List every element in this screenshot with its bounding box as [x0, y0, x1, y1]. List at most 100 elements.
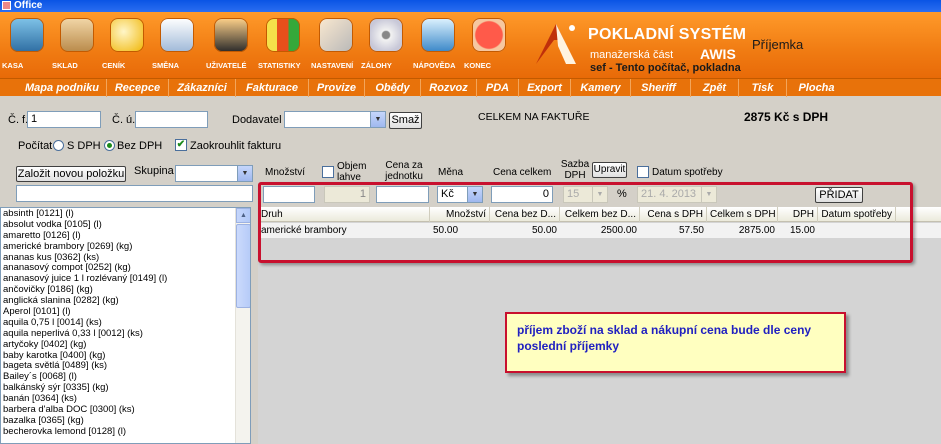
pocitat-label: Počítat — [18, 140, 53, 152]
awis-logo-icon — [536, 24, 576, 64]
objem-checkbox[interactable] — [322, 166, 334, 178]
menu-item-export[interactable]: Export — [518, 79, 570, 97]
module-title: Příjemka — [752, 37, 804, 52]
list-item[interactable]: americké brambory [0269] (kg) — [1, 241, 250, 252]
toolbar-button-sklad[interactable]: SKLAD — [52, 18, 102, 78]
window-titlebar: Office — [0, 0, 941, 12]
chevron-down-icon: ▼ — [237, 166, 252, 181]
new-item-button[interactable]: Založit novou položku — [16, 166, 126, 182]
coins-icon — [110, 18, 144, 52]
radio-s-dph[interactable] — [53, 140, 64, 151]
menu-item-mapa-podniku[interactable]: Mapa podniku — [18, 79, 106, 97]
datum-checkbox[interactable] — [637, 166, 649, 178]
dodavatel-select[interactable]: ▼ — [284, 111, 386, 128]
cu-input[interactable] — [135, 111, 208, 128]
menu-item-sheriff[interactable]: Sheriff — [630, 79, 686, 97]
list-item[interactable]: aquila 0,75 l [0014] (ks) — [1, 317, 250, 328]
list-item[interactable]: aquila neperlivá 0,33 l [0012] (ks) — [1, 328, 250, 339]
skupina-select[interactable]: ▼ — [175, 165, 253, 182]
list-item[interactable]: bazalka [0365] (kg) — [1, 415, 250, 426]
highlight-box — [258, 182, 913, 263]
dodavatel-label: Dodavatel — [232, 114, 282, 126]
close-icon — [472, 18, 506, 52]
list-item[interactable]: Bailey´s [0068] (l) — [1, 371, 250, 382]
menu-item-kamery[interactable]: Kamery — [570, 79, 630, 97]
boxes-icon — [60, 18, 94, 52]
list-item[interactable]: barbera d'alba DOC [0300] (ks) — [1, 404, 250, 415]
brand-area: POKLADNÍ SYSTÉM manažerská část AWIS Pří… — [528, 12, 941, 78]
disc-icon — [369, 18, 403, 52]
cf-label: Č. f. — [8, 114, 29, 126]
cash-register-icon — [10, 18, 44, 52]
window-title: Office — [14, 0, 43, 11]
list-item[interactable]: ananas kus [0362] (ks) — [1, 252, 250, 263]
toolbar-button-smena[interactable]: SMĚNA — [152, 18, 202, 78]
mnozstvi-label: Množství — [265, 167, 306, 178]
upravit-button[interactable]: Upravit — [592, 162, 627, 178]
skupina-label: Skupina — [134, 165, 174, 177]
scrollbar-thumb[interactable] — [236, 224, 250, 308]
waiter-icon — [160, 18, 194, 52]
menu-item-zpet[interactable]: Zpět — [690, 79, 738, 97]
brand-title: POKLADNÍ SYSTÉM — [588, 26, 747, 43]
tools-icon — [319, 18, 353, 52]
radio-bez-dph[interactable] — [104, 140, 115, 151]
datum-label: Datum spotřeby — [652, 167, 723, 178]
menu-item-fakturace[interactable]: Fakturace — [235, 79, 308, 97]
menu-item-rozvoz[interactable]: Rozvoz — [420, 79, 476, 97]
cf-input[interactable]: 1 — [27, 111, 101, 128]
toolbar-button-nastaveni[interactable]: NASTAVENÍ — [311, 18, 361, 78]
list-item[interactable]: absinth [0121] (l) — [1, 208, 250, 219]
menu-item-recepce[interactable]: Recepce — [106, 79, 168, 97]
menu-item-obedy[interactable]: Obědy — [364, 79, 420, 97]
scroll-up-icon[interactable]: ▲ — [236, 208, 250, 223]
list-item[interactable]: ananasový juice 1 l rozlévaný [0149] (l) — [1, 273, 250, 284]
list-item[interactable]: becherovka lemond [0128] (l) — [1, 426, 250, 437]
sazba-label: Sazba DPH — [560, 159, 590, 181]
menu-item-plocha[interactable]: Plocha — [786, 79, 846, 97]
list-item[interactable]: Aperol [0101] (l) — [1, 306, 250, 317]
product-list[interactable]: absinth [0121] (l) absolut vodka [0105] … — [0, 207, 251, 444]
annotation-callout: příjem zboží na sklad a nákupní cena bud… — [505, 312, 846, 373]
toolbar-button-cenik[interactable]: CENÍK — [102, 18, 152, 78]
toolbar-button-kasa[interactable]: KASA — [2, 18, 52, 78]
brand-subtitle: manažerská část — [590, 49, 674, 61]
toolbar-button-konec[interactable]: KONEC — [464, 18, 514, 78]
toolbar-button-zalohy[interactable]: ZÁLOHY — [361, 18, 411, 78]
toolbar-button-statistiky[interactable]: STATISTIKY — [258, 18, 308, 78]
menu-bar: Mapa podniku Recepce Zákazníci Fakturace… — [0, 78, 941, 97]
list-item[interactable]: anglická slanina [0282] (kg) — [1, 295, 250, 306]
list-item[interactable]: baby karotka [0400] (kg) — [1, 350, 250, 361]
list-item[interactable]: amaretto [0126] (l) — [1, 230, 250, 241]
menu-item-zakaznici[interactable]: Zákazníci — [168, 79, 235, 97]
product-search-input[interactable] — [16, 185, 253, 202]
smaz-button[interactable]: Smaž — [389, 112, 422, 129]
total-value: 2875 Kč s DPH — [744, 110, 829, 124]
zaokrouhlit-checkbox[interactable]: ✔ — [175, 139, 187, 151]
brand-product: AWIS — [700, 46, 736, 62]
list-item[interactable]: ančovičky [0186] (kg) — [1, 284, 250, 295]
radio-s-dph-label: S DPH — [67, 140, 101, 152]
cena-celkem-label: Cena celkem — [493, 167, 552, 178]
mena-label: Měna — [438, 167, 464, 178]
list-item[interactable]: artyčoky [0402] (kg) — [1, 339, 250, 350]
product-list-scrollbar[interactable]: ▲ — [235, 208, 250, 443]
zaokrouhlit-label: Zaokrouhlit fakturu — [190, 140, 282, 152]
user-line: sef - Tento počítač, pokladna — [590, 62, 741, 74]
menu-item-pda[interactable]: PDA — [476, 79, 518, 97]
cena-za-label: Cena za jednotku — [385, 160, 423, 182]
list-item[interactable]: absolut vodka [0105] (l) — [1, 219, 250, 230]
toolbar-button-napoveda[interactable]: NÁPOVĚDA — [413, 18, 463, 78]
chevron-down-icon: ▼ — [370, 112, 385, 127]
help-icon — [421, 18, 455, 52]
list-item[interactable]: bageta světlá [0489] (ks) — [1, 360, 250, 372]
list-item[interactable]: banán [0364] (ks) — [1, 393, 250, 404]
toolbar-button-uzivatele[interactable]: UŽIVATELÉ — [206, 18, 256, 78]
menu-item-provize[interactable]: Provize — [308, 79, 364, 97]
cu-label: Č. ú. — [112, 114, 136, 126]
menu-item-tisk[interactable]: Tisk — [738, 79, 786, 97]
list-item[interactable]: balkánský sýr [0335] (kg) — [1, 382, 250, 393]
total-label: CELKEM NA FAKTUŘE — [478, 111, 590, 123]
list-item[interactable]: ananasový compot [0252] (kg) — [1, 262, 250, 274]
radio-bez-dph-label: Bez DPH — [117, 140, 163, 152]
